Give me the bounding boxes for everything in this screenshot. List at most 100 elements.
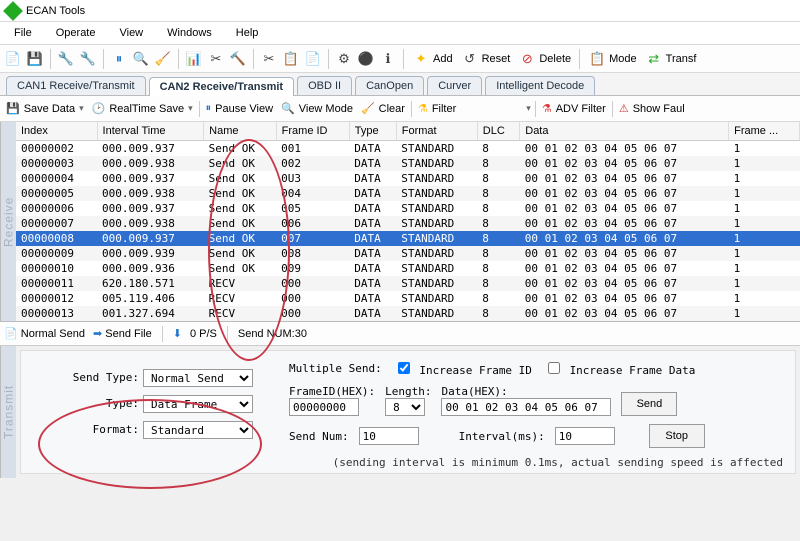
send-num-input[interactable] bbox=[359, 427, 419, 445]
table-row[interactable]: 00000013001.327.694RECV000DATASTANDARD80… bbox=[16, 306, 800, 321]
column-header[interactable]: Index bbox=[16, 122, 97, 141]
config2-icon[interactable]: 🔧 bbox=[79, 50, 97, 68]
column-header[interactable]: Data bbox=[520, 122, 729, 141]
info-icon[interactable]: ℹ bbox=[379, 50, 397, 68]
copy-icon[interactable]: 📋 bbox=[282, 50, 300, 68]
menu-view[interactable]: View bbox=[113, 25, 149, 41]
cell-fid: 000 bbox=[276, 291, 349, 306]
cell-data: 00 01 02 03 04 05 06 07 bbox=[520, 231, 729, 246]
tab-can1[interactable]: CAN1 Receive/Transmit bbox=[6, 76, 146, 95]
frameid-input[interactable] bbox=[289, 398, 359, 416]
add-button[interactable]: ✦Add bbox=[410, 49, 455, 69]
column-header[interactable]: Interval Time bbox=[97, 122, 204, 141]
table-row[interactable]: 00000011620.180.571RECV000DATASTANDARD80… bbox=[16, 276, 800, 291]
datahex-input[interactable] bbox=[441, 398, 611, 416]
save-data-button[interactable]: 💾Save Data▾ bbox=[4, 101, 86, 116]
cell-dlc: 8 bbox=[477, 171, 519, 186]
cell-fid: 000 bbox=[276, 306, 349, 321]
clear-button[interactable]: 🧹Clear bbox=[359, 101, 407, 116]
transmit-side-tab[interactable]: Transmit bbox=[0, 346, 16, 478]
cell-itv: 000.009.937 bbox=[97, 231, 204, 246]
column-header[interactable]: DLC bbox=[477, 122, 519, 141]
cell-fr: 1 bbox=[729, 171, 800, 186]
cut-icon[interactable]: ✂ bbox=[260, 50, 278, 68]
show-fault-button[interactable]: ⚠Show Faul bbox=[617, 101, 687, 116]
pause-icon[interactable]: ⏸ bbox=[110, 50, 128, 68]
table-row[interactable]: 00000006000.009.937Send OK005DATASTANDAR… bbox=[16, 201, 800, 216]
tools2-icon[interactable]: ✂ bbox=[207, 50, 225, 68]
tab-obd2[interactable]: OBD II bbox=[297, 76, 352, 95]
mode-button[interactable]: 📋Mode bbox=[586, 49, 639, 69]
receive-side-tab[interactable]: Receive bbox=[0, 122, 16, 321]
tools3-icon[interactable]: 🔨 bbox=[229, 50, 247, 68]
column-header[interactable]: Type bbox=[349, 122, 396, 141]
view-icon[interactable]: 🔍 bbox=[132, 50, 150, 68]
tab-can2[interactable]: CAN2 Receive/Transmit bbox=[149, 77, 295, 96]
column-header[interactable]: Name bbox=[204, 122, 277, 141]
column-header[interactable]: Frame ... bbox=[729, 122, 800, 141]
tab-curver[interactable]: Curver bbox=[427, 76, 482, 95]
cell-itv: 000.009.939 bbox=[97, 246, 204, 261]
table-row[interactable]: 00000010000.009.936Send OK009DATASTANDAR… bbox=[16, 261, 800, 276]
table-row[interactable]: 00000003000.009.938Send OK002DATASTANDAR… bbox=[16, 156, 800, 171]
new-icon[interactable]: 📄 bbox=[4, 50, 22, 68]
cell-fmt: STANDARD bbox=[396, 291, 477, 306]
help-icon[interactable]: ⚫ bbox=[357, 50, 375, 68]
down-arrow-icon[interactable]: ⬇ bbox=[173, 327, 182, 340]
cell-fid: 007 bbox=[276, 231, 349, 246]
delete-button[interactable]: ⊘Delete bbox=[516, 49, 573, 69]
normal-send-button[interactable]: 📄 Normal Send bbox=[4, 327, 85, 340]
config1-icon[interactable]: 🔧 bbox=[57, 50, 75, 68]
table-row[interactable]: 00000007000.009.938Send OK006DATASTANDAR… bbox=[16, 216, 800, 231]
tab-intelligent-decode[interactable]: Intelligent Decode bbox=[485, 76, 595, 95]
menu-file[interactable]: File bbox=[8, 25, 38, 41]
cell-data: 00 01 02 03 04 05 06 07 bbox=[520, 261, 729, 276]
table-row[interactable]: 00000012005.119.406RECV000DATASTANDARD80… bbox=[16, 291, 800, 306]
send-num-label: Send NUM:30 bbox=[238, 328, 307, 340]
view-mode-button[interactable]: 🔍View Mode bbox=[279, 101, 355, 116]
increase-frame-id-checkbox[interactable] bbox=[398, 362, 410, 374]
send-type-select[interactable]: Normal Send bbox=[143, 369, 253, 387]
length-select[interactable]: 8 bbox=[385, 398, 425, 416]
cell-data: 00 01 02 03 04 05 06 07 bbox=[520, 291, 729, 306]
cell-fid: 002 bbox=[276, 156, 349, 171]
table-row[interactable]: 00000002000.009.937Send OK001DATASTANDAR… bbox=[16, 141, 800, 157]
menu-help[interactable]: Help bbox=[230, 25, 265, 41]
cell-dlc: 8 bbox=[477, 261, 519, 276]
settings-icon[interactable]: ⚙ bbox=[335, 50, 353, 68]
table-row[interactable]: 00000004000.009.937Send OK0U3DATASTANDAR… bbox=[16, 171, 800, 186]
paste-icon[interactable]: 📄 bbox=[304, 50, 322, 68]
reset-button[interactable]: ↺Reset bbox=[459, 49, 513, 69]
cell-type: DATA bbox=[349, 201, 396, 216]
adv-filter-button[interactable]: ⚗ADV Filter bbox=[540, 101, 608, 116]
save-icon[interactable]: 💾 bbox=[26, 50, 44, 68]
tab-bar: CAN1 Receive/Transmit CAN2 Receive/Trans… bbox=[0, 73, 800, 96]
cell-type: DATA bbox=[349, 216, 396, 231]
table-row[interactable]: 00000009000.009.939Send OK008DATASTANDAR… bbox=[16, 246, 800, 261]
interval-input[interactable] bbox=[555, 427, 615, 445]
title-bar: ECAN Tools bbox=[0, 0, 800, 22]
clear-icon[interactable]: 🧹 bbox=[154, 50, 172, 68]
stop-button[interactable]: Stop bbox=[649, 424, 705, 448]
filter-button[interactable]: ⚗Filter bbox=[416, 101, 458, 116]
tools1-icon[interactable]: 📊 bbox=[185, 50, 203, 68]
menu-operate[interactable]: Operate bbox=[50, 25, 102, 41]
column-header[interactable]: Frame ID bbox=[276, 122, 349, 141]
transfer-button[interactable]: ⇄Transf bbox=[643, 49, 699, 69]
send-button[interactable]: Send bbox=[621, 392, 677, 416]
format-select[interactable]: Standard bbox=[143, 421, 253, 439]
table-row[interactable]: 00000008000.009.937Send OK007DATASTANDAR… bbox=[16, 231, 800, 246]
filter-dropdown-icon[interactable]: ▾ bbox=[526, 103, 531, 114]
send-file-button[interactable]: ➡ Send File bbox=[93, 327, 152, 340]
cell-idx: 00000009 bbox=[16, 246, 97, 261]
pause-view-button[interactable]: ⏸Pause View bbox=[204, 101, 275, 116]
column-header[interactable]: Format bbox=[396, 122, 477, 141]
cell-data: 00 01 02 03 04 05 06 07 bbox=[520, 201, 729, 216]
cell-fr: 1 bbox=[729, 276, 800, 291]
increase-frame-data-checkbox[interactable] bbox=[548, 362, 560, 374]
menu-windows[interactable]: Windows bbox=[161, 25, 218, 41]
type-select[interactable]: Data Frame bbox=[143, 395, 253, 413]
table-row[interactable]: 00000005000.009.938Send OK004DATASTANDAR… bbox=[16, 186, 800, 201]
tab-canopen[interactable]: CanOpen bbox=[355, 76, 424, 95]
realtime-save-button[interactable]: 🕑RealTime Save▾ bbox=[90, 101, 195, 116]
